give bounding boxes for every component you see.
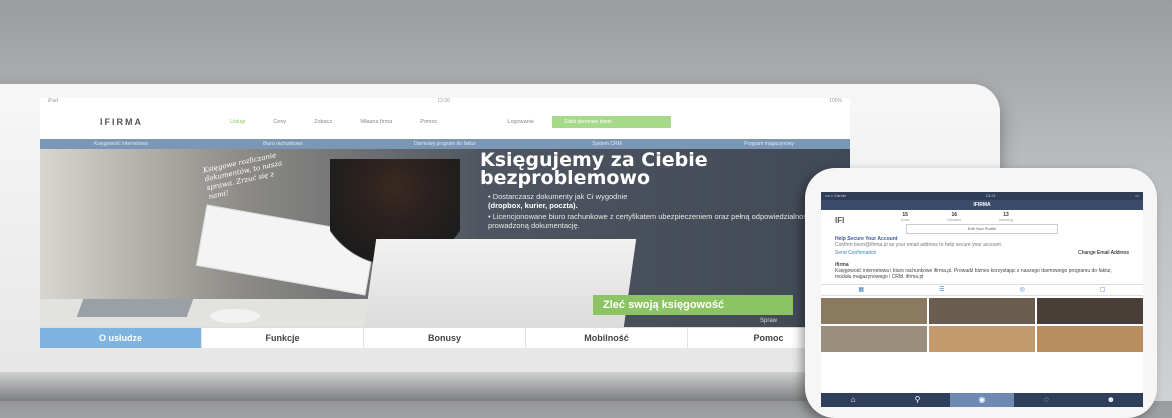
subnav-item[interactable]: System CRM — [526, 139, 688, 149]
login-link[interactable]: Logowanie — [507, 119, 534, 125]
grid-icon[interactable]: ▦ — [821, 285, 902, 295]
signup-button[interactable]: Załóż darmowe konto — [552, 116, 672, 128]
profile-header: IFIRMA — [821, 200, 1143, 210]
view-tabs: ▦ ☰ ◎ ▢ — [821, 284, 1143, 296]
photo-thumb[interactable] — [1037, 326, 1143, 352]
change-email-link[interactable]: Change Email Address — [1078, 250, 1129, 256]
photo-thumb[interactable] — [821, 298, 927, 324]
stat-posts[interactable]: 15 posts — [901, 212, 909, 222]
nav-link[interactable]: Pomoc — [420, 119, 437, 125]
profile-icon[interactable]: ☻ — [1079, 393, 1143, 407]
ifirma-logo[interactable]: IFIRMA — [100, 117, 230, 127]
subnav-item[interactable]: Darmowy program do faktur — [364, 139, 526, 149]
phone-status-bar: ••••○ Carrier 13:21 ▭ — [821, 192, 1143, 200]
bio-text: Księgowość internetowa i biuro rachunkow… — [835, 268, 1113, 280]
subnav-item[interactable]: Biuro rachunkowe — [202, 139, 364, 149]
activity-icon[interactable]: ◌ — [1014, 393, 1078, 407]
tab-features[interactable]: Funkcje — [202, 328, 364, 348]
avatar[interactable]: IFI — [835, 216, 844, 225]
bullet-item: • Licencjonowane biuro rachunkowe z cert… — [488, 212, 827, 230]
phone-screen: ••••○ Carrier 13:21 ▭ IFIRMA IFI 15 posts… — [821, 192, 1143, 407]
edit-profile-button[interactable]: Edit Your Profile — [906, 224, 1058, 234]
hero-banner: Księgowe rozliczanie dokumentów, to nasz… — [40, 149, 850, 327]
hero-title-line: bezproblemowo — [480, 167, 651, 189]
mouse-image — [210, 309, 260, 323]
feature-tabs: O usłudze Funkcje Bonusy Mobilność Pomoc — [40, 327, 850, 348]
tab-about[interactable]: O usłudze — [40, 328, 202, 348]
photo-thumb[interactable] — [1037, 298, 1143, 324]
battery-icon: ▭ — [1135, 193, 1139, 198]
photo-grid — [821, 296, 1143, 354]
tag-icon[interactable]: ▢ — [1063, 285, 1144, 295]
hero-title: Księgujemy za Ciebie bezproblemowo — [480, 151, 708, 189]
clock: 13:21 — [985, 193, 996, 198]
sub-nav: Księgowość internetowa Biuro rachunkowe … — [40, 139, 850, 149]
phone-tab-bar: ⌂ ⚲ ◉ ◌ ☻ — [821, 393, 1143, 407]
bullet-item: • Dostarczasz dokumenty jak Ci wygodnie(… — [488, 192, 628, 210]
photo-thumb[interactable] — [929, 326, 1035, 352]
nav-link[interactable]: Usługi — [230, 119, 245, 125]
handwritten-note: Księgowe rozliczanie dokumentów, to nasz… — [202, 151, 283, 201]
check-link[interactable]: Spraw — [760, 318, 777, 324]
main-nav: Usługi Ceny Zobacz Własna firma Pomoc — [230, 119, 437, 125]
tablet-status-bar: iPad 12:00 100% — [40, 98, 850, 106]
notice-text: Confirm biuro@ifirma.pl as your email ad… — [835, 242, 1003, 248]
nav-link[interactable]: Zobacz — [314, 119, 332, 125]
secure-account-notice: Help Secure Your Account Confirm biuro@i… — [821, 236, 1143, 256]
photo-thumb[interactable] — [821, 326, 927, 352]
order-service-button[interactable]: Zleć swoją księgowość — [593, 295, 793, 315]
home-icon[interactable]: ⌂ — [821, 393, 885, 407]
site-header: IFIRMA Usługi Ceny Zobacz Własna firma P… — [40, 107, 850, 137]
clock: 12:00 — [437, 98, 450, 104]
location-icon[interactable]: ◎ — [982, 285, 1063, 295]
profile-stats: 15 posts 16 followers 13 following — [901, 212, 1013, 222]
list-icon[interactable]: ☰ — [902, 285, 983, 295]
subnav-item[interactable]: Księgowość internetowa — [40, 139, 202, 149]
profile-bio: ifirma Księgowość internetowa i biuro ra… — [821, 256, 1143, 280]
carrier-label: ••••○ Carrier — [825, 193, 847, 198]
hero-bullets: • Dostarczasz dokumenty jak Ci wygodnie(… — [488, 192, 828, 232]
stat-following[interactable]: 13 following — [999, 212, 1013, 222]
camera-icon[interactable]: ◉ — [949, 393, 1015, 407]
nav-link[interactable]: Ceny — [273, 119, 286, 125]
tab-mobility[interactable]: Mobilność — [526, 328, 688, 348]
phone-device: ••••○ Carrier 13:21 ▭ IFIRMA IFI 15 posts… — [805, 168, 1157, 418]
send-confirmation-link[interactable]: Send Confirmation — [835, 250, 876, 256]
subnav-item[interactable]: Program magazynowy — [688, 139, 850, 149]
calculator-image — [76, 299, 194, 317]
search-icon[interactable]: ⚲ — [885, 393, 949, 407]
stat-followers[interactable]: 16 followers — [947, 212, 961, 222]
carrier-label: iPad — [48, 98, 59, 104]
photo-thumb[interactable] — [929, 298, 1035, 324]
profile-summary: IFI 15 posts 16 followers 13 following Edit… — [821, 210, 1143, 236]
battery-label: 100% — [829, 98, 842, 104]
tablet-screen: iPad 12:00 100% IFIRMA Usługi Ceny Zobac… — [40, 98, 850, 348]
tab-bonuses[interactable]: Bonusy — [364, 328, 526, 348]
nav-link[interactable]: Własna firma — [360, 119, 392, 125]
